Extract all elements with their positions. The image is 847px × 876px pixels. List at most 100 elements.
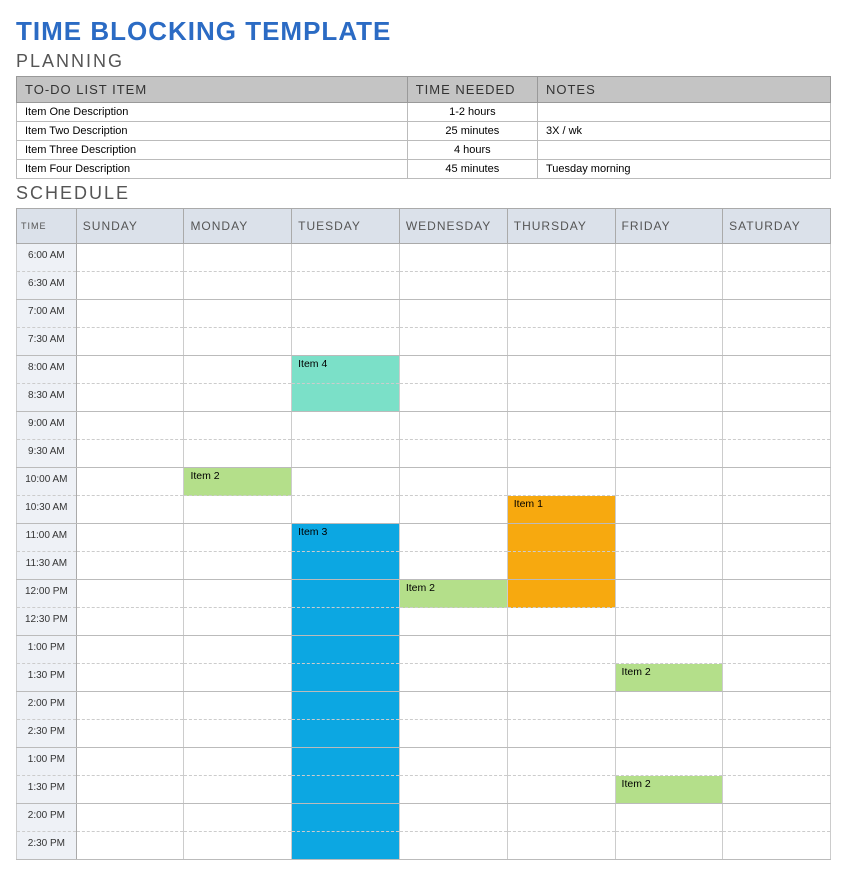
schedule-cell[interactable] [507, 608, 615, 636]
schedule-cell[interactable] [507, 804, 615, 832]
planning-notes[interactable]: Tuesday morning [537, 160, 830, 179]
schedule-cell[interactable] [292, 384, 400, 412]
schedule-cell[interactable] [184, 384, 292, 412]
schedule-cell[interactable] [615, 524, 723, 552]
schedule-cell[interactable] [76, 468, 184, 496]
schedule-cell[interactable] [76, 328, 184, 356]
schedule-cell[interactable] [292, 636, 400, 664]
planning-item[interactable]: Item Three Description [17, 141, 408, 160]
schedule-cell[interactable] [723, 272, 831, 300]
schedule-cell[interactable] [184, 440, 292, 468]
schedule-cell[interactable] [615, 244, 723, 272]
schedule-cell[interactable] [615, 636, 723, 664]
schedule-cell[interactable] [184, 552, 292, 580]
schedule-cell[interactable] [399, 328, 507, 356]
planning-notes[interactable] [537, 103, 830, 122]
schedule-cell[interactable] [723, 692, 831, 720]
schedule-cell[interactable] [76, 412, 184, 440]
planning-time[interactable]: 45 minutes [407, 160, 537, 179]
schedule-cell[interactable] [723, 748, 831, 776]
schedule-cell[interactable] [292, 300, 400, 328]
schedule-cell[interactable] [292, 720, 400, 748]
schedule-cell[interactable] [292, 468, 400, 496]
schedule-cell[interactable]: Item 1 [507, 496, 615, 524]
planning-notes[interactable]: 3X / wk [537, 122, 830, 141]
schedule-cell[interactable] [507, 720, 615, 748]
schedule-cell[interactable] [184, 524, 292, 552]
schedule-cell[interactable] [507, 328, 615, 356]
planning-item[interactable]: Item Four Description [17, 160, 408, 179]
schedule-cell[interactable] [76, 356, 184, 384]
schedule-cell[interactable] [723, 720, 831, 748]
schedule-cell[interactable] [292, 496, 400, 524]
schedule-cell[interactable] [399, 664, 507, 692]
schedule-cell[interactable] [615, 720, 723, 748]
schedule-cell[interactable] [184, 580, 292, 608]
schedule-cell[interactable] [184, 328, 292, 356]
schedule-cell[interactable] [399, 272, 507, 300]
schedule-cell[interactable] [615, 468, 723, 496]
schedule-cell[interactable] [723, 832, 831, 860]
schedule-cell[interactable] [399, 720, 507, 748]
schedule-cell[interactable] [399, 356, 507, 384]
schedule-cell[interactable] [184, 412, 292, 440]
planning-time[interactable]: 1-2 hours [407, 103, 537, 122]
schedule-cell[interactable] [399, 804, 507, 832]
schedule-cell[interactable] [184, 748, 292, 776]
schedule-cell[interactable] [723, 412, 831, 440]
schedule-cell[interactable] [507, 384, 615, 412]
schedule-cell[interactable] [723, 776, 831, 804]
schedule-cell[interactable] [615, 300, 723, 328]
schedule-cell[interactable] [507, 272, 615, 300]
schedule-cell[interactable] [615, 356, 723, 384]
schedule-cell[interactable] [399, 244, 507, 272]
schedule-cell[interactable] [399, 524, 507, 552]
schedule-cell[interactable] [76, 524, 184, 552]
schedule-cell[interactable] [76, 748, 184, 776]
schedule-cell[interactable] [723, 384, 831, 412]
schedule-cell[interactable] [723, 804, 831, 832]
schedule-cell[interactable] [615, 328, 723, 356]
schedule-cell[interactable] [76, 244, 184, 272]
schedule-cell[interactable] [292, 608, 400, 636]
schedule-cell[interactable] [723, 636, 831, 664]
schedule-cell[interactable] [292, 692, 400, 720]
schedule-cell[interactable] [76, 272, 184, 300]
schedule-cell[interactable] [399, 440, 507, 468]
schedule-cell[interactable] [399, 776, 507, 804]
schedule-cell[interactable] [615, 440, 723, 468]
schedule-cell[interactable] [184, 300, 292, 328]
schedule-cell[interactable] [723, 496, 831, 524]
schedule-cell[interactable] [507, 748, 615, 776]
schedule-cell[interactable] [723, 440, 831, 468]
planning-item[interactable]: Item One Description [17, 103, 408, 122]
schedule-cell[interactable] [292, 244, 400, 272]
schedule-cell[interactable] [615, 692, 723, 720]
schedule-cell[interactable] [76, 580, 184, 608]
schedule-cell[interactable] [507, 440, 615, 468]
schedule-cell[interactable] [615, 748, 723, 776]
schedule-cell[interactable]: Item 3 [292, 524, 400, 552]
schedule-cell[interactable] [184, 496, 292, 524]
schedule-cell[interactable] [399, 636, 507, 664]
schedule-cell[interactable] [723, 664, 831, 692]
schedule-cell[interactable] [615, 832, 723, 860]
schedule-cell[interactable] [507, 692, 615, 720]
schedule-cell[interactable] [184, 356, 292, 384]
schedule-cell[interactable] [292, 440, 400, 468]
schedule-cell[interactable]: Item 2 [184, 468, 292, 496]
schedule-cell[interactable] [723, 244, 831, 272]
schedule-cell[interactable] [292, 552, 400, 580]
schedule-cell[interactable] [184, 720, 292, 748]
schedule-cell[interactable] [292, 272, 400, 300]
schedule-cell[interactable] [507, 300, 615, 328]
schedule-cell[interactable] [723, 552, 831, 580]
schedule-cell[interactable] [76, 636, 184, 664]
schedule-cell[interactable] [76, 832, 184, 860]
schedule-cell[interactable] [507, 580, 615, 608]
planning-time[interactable]: 25 minutes [407, 122, 537, 141]
schedule-cell[interactable] [184, 636, 292, 664]
schedule-cell[interactable] [184, 804, 292, 832]
schedule-cell[interactable] [399, 412, 507, 440]
schedule-cell[interactable]: Item 2 [399, 580, 507, 608]
